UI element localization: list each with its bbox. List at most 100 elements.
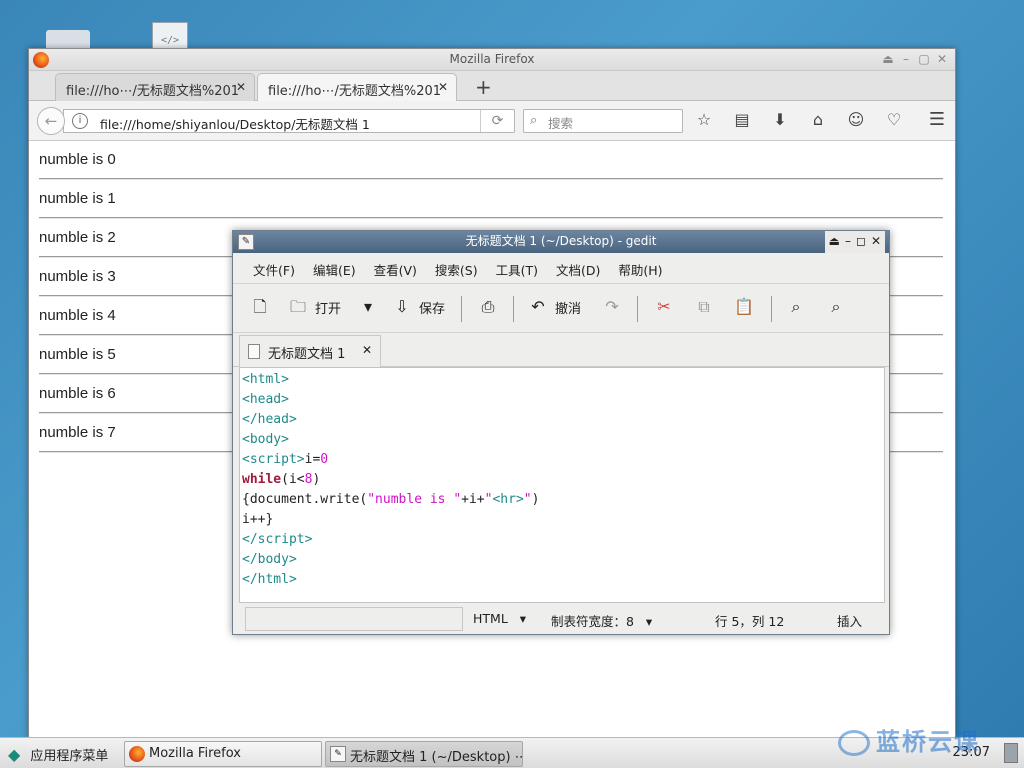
reading-list-icon[interactable]: ▤ [731, 110, 753, 129]
output-line: numble is 7 [39, 424, 116, 441]
toolbar-separator [771, 296, 772, 322]
maximize-icon[interactable]: ▢ [917, 49, 931, 70]
tab-close-icon[interactable]: ✕ [438, 80, 448, 94]
search-placeholder: 搜索 [548, 116, 574, 131]
copy-button[interactable]: ⧉ [693, 296, 715, 318]
reload-icon[interactable]: ⟳ [480, 110, 514, 132]
menu-documents[interactable]: 文档(D) [556, 260, 600, 283]
redo-button[interactable]: ↷ [601, 296, 623, 318]
output-line: numble is 3 [39, 268, 116, 285]
maximize-icon[interactable]: ◻ [856, 231, 866, 253]
bookmark-star-icon[interactable]: ☆ [693, 110, 715, 129]
taskbar-item-label: Mozilla Firefox [149, 746, 241, 761]
save-icon: ⇩ [395, 297, 409, 316]
close-icon[interactable]: ✕ [935, 49, 949, 70]
code-editor[interactable]: <html> <head> </head> <body> <script>i=0… [239, 367, 885, 603]
menu-edit[interactable]: 编辑(E) [313, 260, 356, 283]
gedit-window-controls: ⏏ – ◻ ✕ [824, 231, 885, 253]
printer-icon: ⎙ [481, 297, 495, 316]
new-tab-button[interactable]: + [475, 75, 492, 99]
output-line: numble is 4 [39, 307, 116, 324]
code-line: </script> [242, 532, 313, 547]
document-tab[interactable]: 无标题文档 1 ✕ [239, 335, 381, 367]
new-document-button[interactable]: 🗋 [249, 296, 271, 318]
undo-icon: ↶ [531, 297, 545, 316]
toolbar-separator [513, 296, 514, 322]
output-line: numble is 5 [39, 346, 116, 363]
save-label: 保存 [419, 301, 446, 317]
url-text[interactable]: file:///home/shiyanlou/Desktop/无标题文档 1 [100, 114, 370, 133]
tab-close-icon[interactable]: ✕ [362, 343, 372, 357]
status-message-area [245, 607, 463, 631]
find-button[interactable]: ⌕ [785, 296, 807, 318]
firefox-window-controls: ⏏ – ▢ ✕ [881, 49, 949, 70]
url-bar[interactable]: i file:///home/shiyanlou/Desktop/无标题文档 1… [63, 109, 515, 133]
show-desktop-button[interactable] [1004, 743, 1018, 763]
hello-icon[interactable]: ☺ [845, 110, 867, 129]
menu-search[interactable]: 搜索(S) [435, 260, 478, 283]
firefox-tabbar: file:///ho⋯/无标题文档%201 ✕ file:///ho⋯/无标题文… [29, 71, 955, 101]
app-menu-icon: ◆ [8, 745, 21, 764]
document-tab-label: 无标题文档 1 [268, 347, 346, 362]
eject-icon[interactable]: ⏏ [829, 231, 840, 253]
app-menu-button[interactable]: ◆ 应用程序菜单 [8, 745, 108, 764]
code-line: <html> [242, 372, 289, 387]
replace-button[interactable]: ⌕ [825, 296, 847, 318]
home-icon[interactable]: ⌂ [807, 110, 829, 129]
hamburger-menu-icon[interactable]: ☰ [929, 109, 945, 130]
gedit-menubar: 文件(F) 编辑(E) 查看(V) 搜索(S) 工具(T) 文档(D) 帮助(H… [233, 253, 889, 283]
undo-button[interactable]: ↶ 撤消 [527, 296, 581, 318]
code-line: i++} [242, 512, 274, 527]
minimize-icon[interactable]: – [845, 231, 851, 253]
tab-close-icon[interactable]: ✕ [236, 80, 246, 94]
document-icon [248, 344, 260, 359]
menu-file[interactable]: 文件(F) [253, 260, 295, 283]
chevron-down-icon: ▾ [511, 611, 527, 626]
code-line: <body> [242, 432, 289, 447]
desktop-folder-icon[interactable] [46, 30, 90, 50]
browser-tab-1[interactable]: file:///ho⋯/无标题文档%201 ✕ [55, 73, 255, 101]
menu-tools[interactable]: 工具(T) [496, 260, 538, 283]
gedit-app-icon: ✎ [238, 234, 254, 250]
menu-help[interactable]: 帮助(H) [618, 260, 662, 283]
eject-icon[interactable]: ⏏ [881, 49, 895, 70]
output-line: numble is 1 [39, 190, 116, 207]
search-input[interactable]: ⌕ 搜索 [523, 109, 683, 133]
minimize-icon[interactable]: – [899, 49, 913, 70]
taskbar-gedit-button[interactable]: ✎ 无标题文档 1 (~/Desktop) ⋯ [325, 741, 523, 767]
close-icon[interactable]: ✕ [871, 231, 881, 253]
open-label: 打开 [315, 301, 342, 317]
chevron-down-icon: ▾ [637, 614, 653, 629]
back-button[interactable]: ← [37, 107, 65, 135]
watermark-text: 蓝桥云课 [876, 728, 980, 756]
taskbar-item-label: 无标题文档 1 (~/Desktop) ⋯ [350, 750, 523, 765]
language-label: HTML [473, 611, 508, 626]
open-button[interactable]: 🗀 打开 [287, 296, 341, 318]
toolbar-separator [461, 296, 462, 322]
paste-button[interactable]: 📋 [733, 296, 755, 318]
cut-button[interactable]: ✂ [653, 296, 675, 318]
toolbar-separator [637, 296, 638, 322]
language-selector[interactable]: HTML ▾ [473, 611, 526, 626]
download-icon[interactable]: ⬇ [769, 110, 791, 129]
print-button[interactable]: ⎙ [477, 296, 499, 318]
search-icon: ⌕ [530, 113, 538, 128]
firefox-toolbar-icons: ☆ ▤ ⬇ ⌂ ☺ ♡ [693, 110, 905, 129]
code-line: </head> [242, 412, 297, 427]
code-line: </html> [242, 572, 297, 587]
output-line: numble is 2 [39, 229, 116, 246]
info-icon[interactable]: i [72, 113, 88, 129]
menu-view[interactable]: 查看(V) [374, 260, 417, 283]
browser-tab-2[interactable]: file:///ho⋯/无标题文档%201 ✕ [257, 73, 457, 101]
tab-width-selector[interactable]: 制表符宽度：8 ▾ [551, 611, 652, 630]
pocket-icon[interactable]: ♡ [883, 110, 905, 129]
taskbar-firefox-button[interactable]: Mozilla Firefox [124, 741, 322, 767]
open-recent-dropdown[interactable]: ▾ [357, 296, 379, 318]
save-button[interactable]: ⇩ 保存 [391, 296, 445, 318]
scissors-icon: ✂ [657, 297, 671, 316]
code-line: <script>i=0 [242, 452, 329, 467]
watermark: 蓝桥云课 [838, 722, 980, 757]
gedit-titlebar: ✎ 无标题文档 1 (~/Desktop) - gedit ⏏ – ◻ ✕ [233, 231, 889, 253]
chevron-down-icon: ▾ [363, 297, 373, 316]
firefox-window-title: Mozilla Firefox [449, 52, 535, 66]
